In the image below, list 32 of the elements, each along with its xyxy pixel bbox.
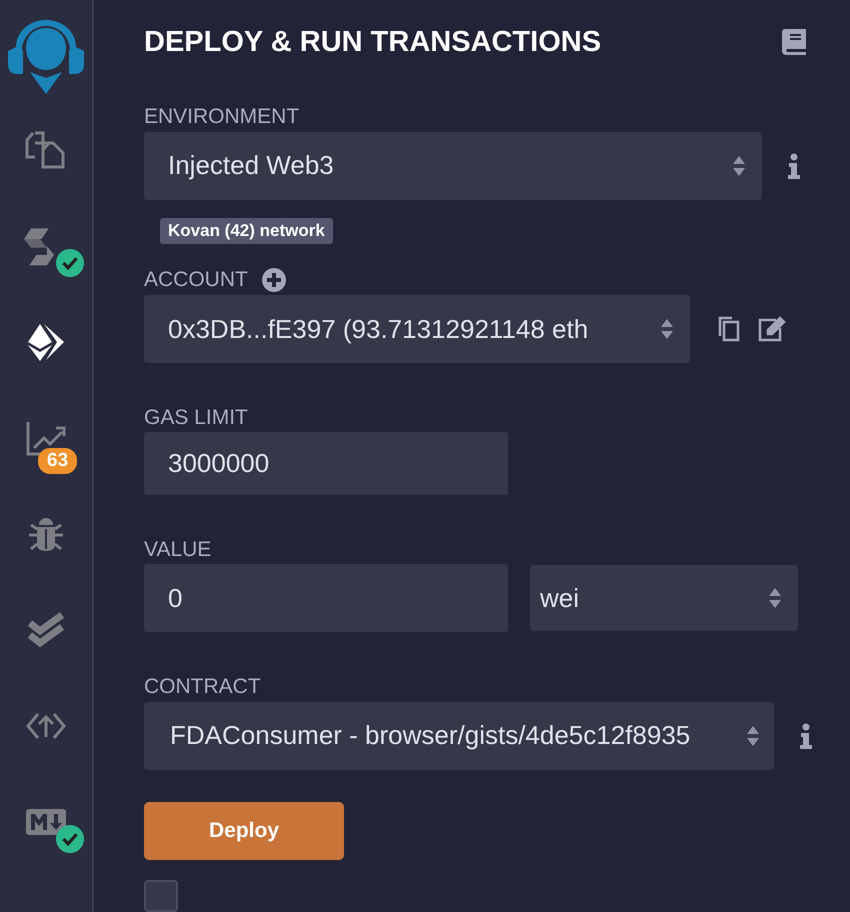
count-badge: 63	[38, 448, 78, 474]
value-input[interactable]: 0	[144, 564, 508, 632]
gas-limit-input[interactable]: 3000000	[144, 432, 508, 495]
network-badge: Kovan (42) network	[160, 218, 333, 244]
field-label: ENVIRONMENT	[144, 105, 300, 130]
markdown-icon[interactable]	[26, 809, 66, 835]
checkbox[interactable]	[144, 880, 178, 912]
field-label: ACCOUNT	[144, 268, 248, 292]
contract-select[interactable]: FDAConsumer - browser/gists/4de5c12f8935	[144, 702, 774, 770]
copy-icon[interactable]	[716, 316, 740, 342]
info-icon[interactable]	[788, 152, 800, 179]
account-select[interactable]: 0x3DB...fE397 (93.71312921148 eth	[144, 295, 690, 364]
up-down-arrows-icon	[746, 724, 760, 748]
book-icon[interactable]	[782, 29, 806, 56]
up-down-arrows-icon	[660, 317, 674, 342]
ethereum-diamond-icon[interactable]	[26, 322, 66, 362]
up-down-arrows-icon	[732, 154, 746, 178]
field-label: CONTRACT	[144, 674, 261, 699]
edit-icon[interactable]	[758, 316, 786, 342]
unit-select[interactable]: wei	[530, 565, 798, 632]
solidity-icon[interactable]	[24, 226, 54, 266]
up-down-arrows-icon	[768, 586, 782, 610]
code-upload-icon[interactable]	[26, 711, 66, 741]
bug-icon[interactable]	[27, 515, 65, 553]
field-label: GAS LIMIT	[144, 406, 248, 430]
double-check-icon[interactable]	[26, 611, 66, 649]
field-label: VALUE	[144, 538, 212, 562]
documents-icon[interactable]	[25, 131, 67, 169]
environment-select[interactable]: Injected Web3	[144, 132, 762, 200]
add-icon[interactable]	[262, 268, 286, 292]
panel-title: DEPLOY & RUN TRANSACTIONS	[144, 26, 602, 59]
info-icon[interactable]	[800, 722, 812, 749]
